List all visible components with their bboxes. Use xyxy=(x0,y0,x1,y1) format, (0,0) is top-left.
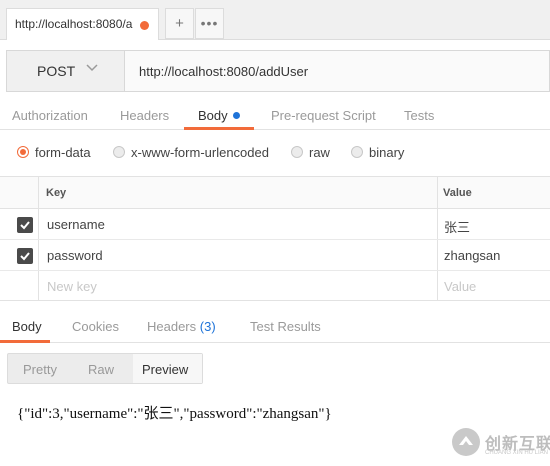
method-label: POST xyxy=(37,63,76,79)
watermark-subtext: CHUANG XIN HU LIAN xyxy=(485,450,549,456)
key-column-header: Key xyxy=(46,187,67,199)
tab-body-label: Body xyxy=(198,108,228,123)
param-key[interactable]: username xyxy=(47,217,105,232)
request-tab[interactable]: http://localhost:8080/a xyxy=(6,8,159,40)
response-tab-test-results[interactable]: Test Results xyxy=(250,319,321,334)
radio-selected-icon xyxy=(17,146,29,158)
response-body: {"id":3,"username":"张三","password":"zhan… xyxy=(17,406,332,422)
tab-pre-request-script[interactable]: Pre-request Script xyxy=(271,108,376,123)
radio-icon xyxy=(113,146,125,158)
more-tabs-button[interactable]: ••• xyxy=(195,8,224,39)
headers-count-badge: (3) xyxy=(199,319,216,334)
request-tab-label: http://localhost:8080/a xyxy=(15,17,133,31)
body-type-radios: form-data x-www-form-urlencoded raw bina… xyxy=(0,143,550,165)
request-tabs: Authorization Headers Body Pre-request S… xyxy=(0,100,550,130)
response-tab-headers-label: Headers xyxy=(147,319,197,334)
table-row: username 张三 xyxy=(0,209,550,240)
response-tabs: Body Cookies Headers (3) Test Results xyxy=(0,311,550,343)
response-tab-cookies[interactable]: Cookies xyxy=(72,319,119,334)
radio-raw-label: raw xyxy=(309,145,330,160)
method-select[interactable]: POST xyxy=(7,51,125,91)
value-column-header: Value xyxy=(443,187,472,199)
table-header: Key Value xyxy=(0,177,550,209)
radio-raw[interactable]: raw xyxy=(291,145,330,160)
radio-form-data-label: form-data xyxy=(35,145,91,160)
body-indicator-dot-icon xyxy=(232,112,240,119)
url-bar: POST http://localhost:8080/addUser xyxy=(6,50,550,92)
view-pretty-button[interactable]: Pretty xyxy=(23,362,57,377)
table-row: password zhangsan xyxy=(0,240,550,271)
param-value[interactable]: 张三 xyxy=(444,217,470,236)
radio-binary-label: binary xyxy=(369,145,405,160)
tab-tests[interactable]: Tests xyxy=(404,108,434,123)
param-value[interactable]: zhangsan xyxy=(444,248,500,263)
param-key[interactable]: password xyxy=(47,248,103,263)
url-input[interactable]: http://localhost:8080/addUser xyxy=(139,64,308,79)
row-checkbox[interactable] xyxy=(17,248,33,264)
watermark-logo: 创新互联 CHUANG XIN HU LIAN xyxy=(448,425,550,463)
request-tab-strip: http://localhost:8080/a + ••• xyxy=(0,0,550,40)
new-tab-button[interactable]: + xyxy=(165,8,194,39)
check-icon xyxy=(20,252,30,261)
chevron-down-icon xyxy=(86,64,98,72)
radio-x-www-form-urlencoded[interactable]: x-www-form-urlencoded xyxy=(113,145,269,160)
new-key-input[interactable]: New key xyxy=(47,279,97,294)
tab-body[interactable]: Body xyxy=(198,108,240,123)
new-value-input[interactable]: Value xyxy=(444,279,476,294)
radio-icon xyxy=(291,146,303,158)
response-tab-headers[interactable]: Headers (3) xyxy=(147,319,216,334)
logo-icon xyxy=(452,428,480,456)
radio-urlencoded-label: x-www-form-urlencoded xyxy=(131,145,269,160)
tab-headers[interactable]: Headers xyxy=(120,108,169,123)
form-data-table: Key Value username 张三 password zhangsan … xyxy=(0,176,550,301)
view-raw-button[interactable]: Raw xyxy=(88,362,114,377)
active-tab-underline xyxy=(184,127,254,130)
tab-authorization[interactable]: Authorization xyxy=(12,108,88,123)
new-param-row: New key Value xyxy=(0,271,550,302)
response-tab-body[interactable]: Body xyxy=(12,319,42,334)
radio-binary[interactable]: binary xyxy=(351,145,404,160)
radio-icon xyxy=(351,146,363,158)
row-checkbox[interactable] xyxy=(17,217,33,233)
radio-form-data[interactable]: form-data xyxy=(17,145,91,160)
view-preview-button[interactable]: Preview xyxy=(142,362,188,377)
view-mode-toggle: Pretty Raw Preview xyxy=(7,353,203,384)
check-icon xyxy=(20,221,30,230)
active-response-tab-underline xyxy=(0,340,50,343)
unsaved-dot-icon xyxy=(140,21,149,30)
